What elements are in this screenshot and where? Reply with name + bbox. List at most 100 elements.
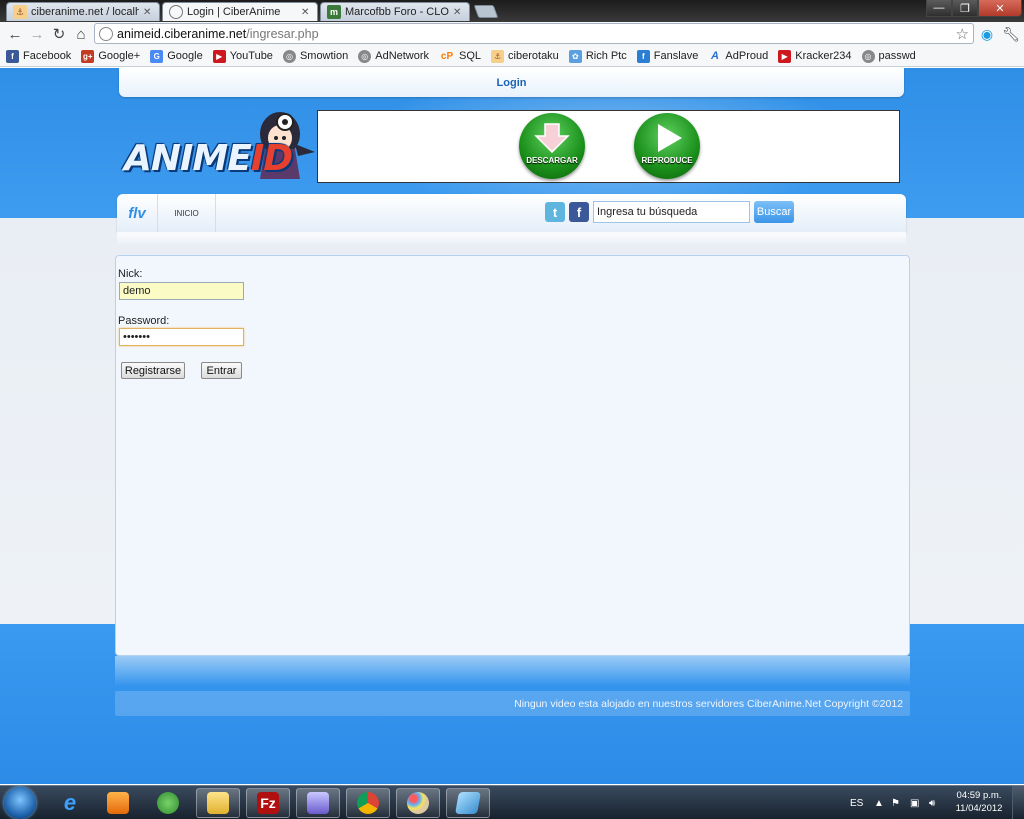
arrow-right-icon: → (29, 25, 45, 43)
settings-button[interactable]: 🔧︎ (1000, 23, 1022, 45)
close-window-button[interactable]: ✕ (978, 0, 1022, 17)
system-clock[interactable]: 04:59 p.m. 11/04/2012 (950, 789, 1008, 815)
play-button[interactable]: REPRODUCE (634, 113, 700, 179)
bookmark-passwd[interactable]: ◎ passwd (861, 49, 916, 63)
web-page: Login ANIMEID DESCARGAR REPRODUCE flv IN… (0, 68, 1024, 784)
new-tab-button[interactable] (473, 5, 499, 18)
language-indicator[interactable]: ES (850, 786, 863, 819)
fanslave-icon: f (636, 49, 650, 63)
taskbar-app-2[interactable] (446, 788, 490, 818)
adproud-icon: A (710, 50, 719, 62)
bookmark-label: Google+ (98, 50, 141, 62)
back-button[interactable]: ← (4, 23, 26, 45)
bookmark-kracker234[interactable]: ▶ Kracker234 (778, 49, 852, 63)
bookmark-label: AdProud (725, 50, 769, 62)
taskbar-internet-explorer[interactable]: e (48, 788, 92, 818)
password-input[interactable]: ••••••• (119, 328, 244, 346)
tab-login-ciberanime[interactable]: Login | CiberAnime ✕ (162, 2, 318, 21)
browser-title-bar: ⚓ ciberanime.net / localhost / ✕ Login |… (0, 0, 1024, 22)
globe-icon: ◎ (282, 49, 296, 63)
search-button[interactable]: Buscar (754, 201, 794, 223)
bookmark-ciberotaku[interactable]: ⚓ ciberotaku (491, 49, 559, 63)
home-button[interactable]: ⌂ (70, 23, 92, 45)
play-icon (658, 124, 682, 152)
bookmark-sql[interactable]: cP SQL (439, 50, 481, 63)
show-desktop-button[interactable] (1012, 786, 1024, 819)
network-icon[interactable]: ▣ (910, 786, 919, 819)
bookmark-youtube[interactable]: ▶ YouTube (212, 49, 273, 63)
facebook-icon[interactable]: f (569, 202, 589, 222)
bookmark-label: Google (167, 50, 203, 62)
bookmarks-bar: f Facebook g+ Google+ G Google ▶ YouTube ◎ Sm… (0, 46, 1024, 67)
globe-icon (99, 26, 113, 41)
bookmark-label: Rich Ptc (585, 50, 627, 62)
bookmark-adproud[interactable]: A AdProud (708, 50, 768, 63)
nick-input[interactable]: demo (119, 282, 244, 300)
paint-palette-icon (407, 792, 429, 814)
bookmark-label: Fanslave (653, 50, 699, 62)
bookmark-facebook[interactable]: f Facebook (6, 49, 71, 63)
close-icon[interactable]: ✕ (301, 7, 311, 18)
folder-icon (207, 792, 229, 814)
tab-label: Marcofbb Foro - CLON ANI (345, 6, 449, 18)
skype-icon: ◉ (980, 25, 994, 42)
taskbar-explorer[interactable] (196, 788, 240, 818)
search-input[interactable]: Ingresa tu búsqueda (593, 201, 750, 223)
start-button[interactable] (4, 787, 36, 819)
restore-button[interactable]: ❐ (952, 0, 978, 17)
nav-home[interactable]: INICIO (158, 194, 216, 232)
submit-button[interactable]: Entrar (201, 362, 242, 379)
phpmyadmin-icon: ⚓ (13, 5, 27, 19)
site-logo[interactable]: ANIMEID (120, 104, 316, 188)
forward-button[interactable]: → (26, 23, 48, 45)
globe-icon: ◎ (861, 49, 875, 63)
extension-button[interactable]: ◉ (976, 23, 998, 45)
bookmark-rich-ptc[interactable]: ✿ Rich Ptc (568, 49, 627, 63)
bookmark-label: Kracker234 (795, 50, 852, 62)
close-icon[interactable]: ✕ (143, 7, 153, 18)
volume-icon[interactable]: 🔊︎ (929, 786, 935, 819)
address-bar[interactable]: animeid.ciberanime.net/ingresar.php ☆ (94, 23, 974, 44)
taskbar-filezilla[interactable]: Fz (246, 788, 290, 818)
close-icon[interactable]: ✕ (453, 7, 463, 18)
bookmark-smowtion[interactable]: ◎ Smowtion (282, 49, 348, 63)
windows-taskbar: e Fz ES ▲ ⚑ ▣ 🔊︎ 04:59 p.m. 11/04/2012 (0, 785, 1024, 819)
forum-icon: m (327, 5, 341, 19)
download-button[interactable]: DESCARGAR (519, 113, 585, 179)
taskbar-app[interactable] (296, 788, 340, 818)
taskbar-media-player[interactable] (96, 788, 140, 818)
phpmyadmin-icon: ⚓ (491, 49, 505, 63)
top-login-bar: Login (119, 68, 904, 97)
bookmark-google-plus[interactable]: g+ Google+ (81, 49, 141, 63)
bookmark-star-icon[interactable]: ☆ (956, 25, 969, 43)
arrow-left-icon: ← (7, 25, 23, 43)
bookmark-fanslave[interactable]: f Fanslave (636, 49, 699, 63)
minimize-button[interactable]: — (926, 0, 952, 17)
password-label: Password: (118, 315, 170, 327)
url-path: /ingresar.php (246, 26, 319, 41)
notebook-icon (455, 792, 481, 814)
tab-label: Login | CiberAnime (187, 6, 281, 18)
bookmark-label: YouTube (229, 50, 273, 62)
reload-button[interactable]: ↻ (48, 23, 70, 45)
action-center-flag-icon[interactable]: ⚑ (891, 786, 900, 819)
login-link[interactable]: Login (497, 77, 527, 89)
taskbar-chrome[interactable] (346, 788, 390, 818)
twitter-icon[interactable]: t (545, 202, 565, 222)
bookmark-google[interactable]: G Google (150, 49, 203, 63)
tray-expand-icon[interactable]: ▲ (874, 786, 884, 819)
download-label: DESCARGAR (526, 156, 578, 165)
logo-text: ANIMEID (124, 138, 293, 179)
google-icon: G (150, 49, 164, 63)
taskbar-paint[interactable] (396, 788, 440, 818)
internet-explorer-icon: e (63, 790, 77, 815)
register-button[interactable]: Registrarse (121, 362, 185, 379)
tab-phpmyadmin[interactable]: ⚓ ciberanime.net / localhost / ✕ (6, 2, 160, 21)
bookmark-adnetwork[interactable]: ◎ AdNetwork (358, 49, 429, 63)
tab-marcofbb-foro[interactable]: m Marcofbb Foro - CLON ANI ✕ (320, 2, 470, 21)
wrench-icon: 🔧︎ (1002, 25, 1020, 42)
nav-flv[interactable]: flv (117, 194, 158, 232)
nick-label: Nick: (118, 268, 143, 280)
taskbar-messenger[interactable] (146, 788, 190, 818)
cpanel-icon: cP (440, 50, 454, 62)
